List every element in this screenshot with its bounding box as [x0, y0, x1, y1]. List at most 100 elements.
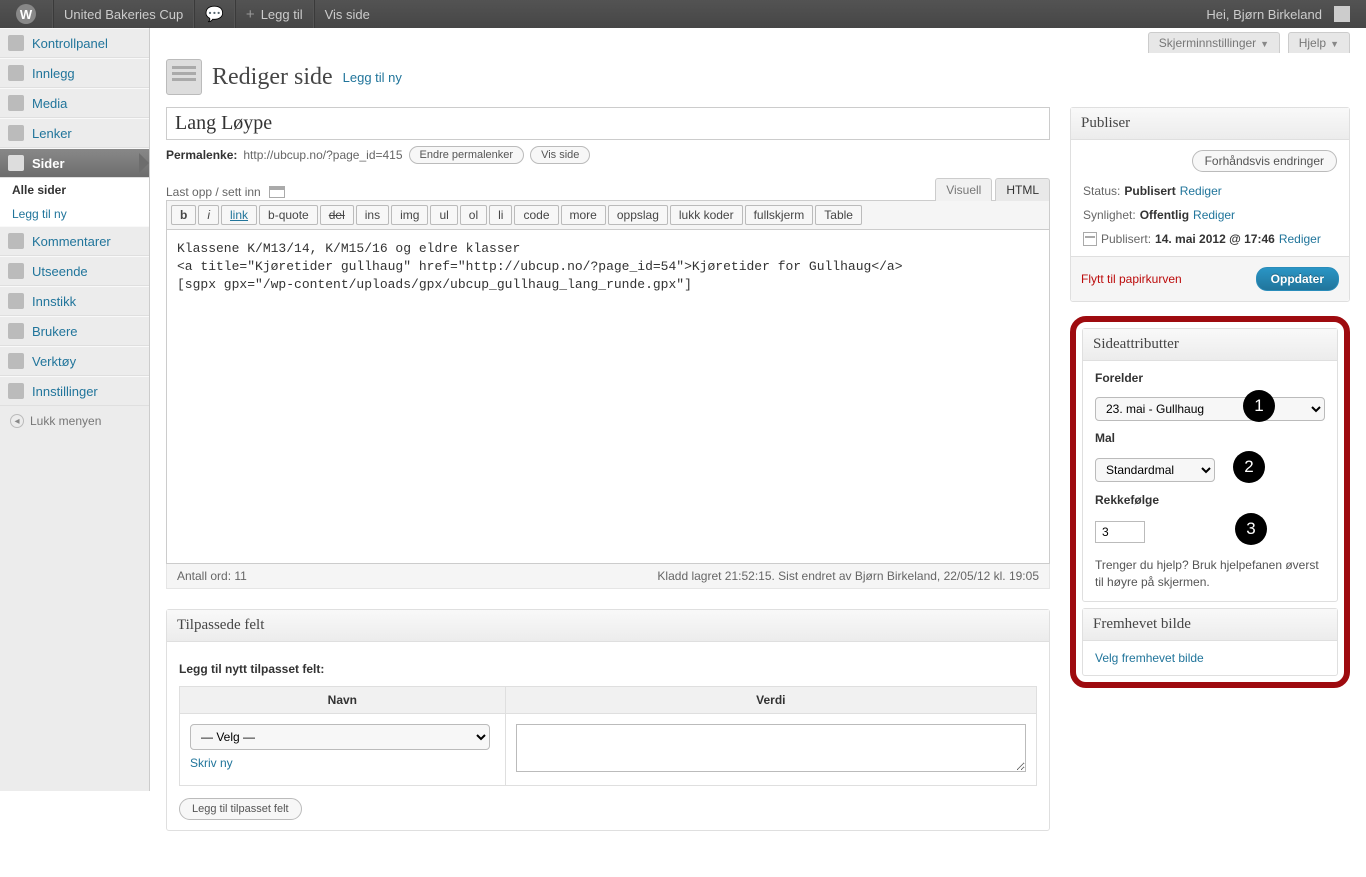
qt-table[interactable]: Table: [815, 205, 862, 225]
nav-users[interactable]: Brukere: [0, 316, 149, 346]
pin-icon: [8, 65, 24, 81]
nav-label: Kontrollpanel: [32, 36, 108, 51]
screen-options-toggle[interactable]: Skjerminnstillinger▼: [1148, 32, 1280, 53]
nav-tools[interactable]: Verktøy: [0, 346, 149, 376]
tab-html[interactable]: HTML: [995, 178, 1050, 201]
callout-3: 3: [1235, 513, 1267, 545]
tools-icon: [8, 353, 24, 369]
media-icon: [8, 95, 24, 111]
nav-links[interactable]: Lenker: [0, 118, 149, 148]
qt-italic[interactable]: i: [198, 205, 219, 225]
nav-settings[interactable]: Innstillinger: [0, 376, 149, 406]
qt-bold[interactable]: b: [171, 205, 196, 225]
qt-li[interactable]: li: [489, 205, 512, 225]
main-content: Skjerminnstillinger▼ Hjelp▼ Rediger side…: [150, 28, 1366, 877]
visibility-edit-link[interactable]: Rediger: [1193, 208, 1235, 222]
status-edit-link[interactable]: Rediger: [1180, 184, 1222, 198]
new-content-link[interactable]: +Legg til: [235, 0, 314, 28]
appearance-icon: [8, 263, 24, 279]
nav-plugins[interactable]: Innstikk: [0, 286, 149, 316]
chevron-down-icon: ▼: [1330, 39, 1339, 49]
nav-add-page[interactable]: Legg til ny: [0, 202, 149, 226]
cf-add-button[interactable]: Legg til tilpasset felt: [179, 798, 302, 820]
nav-label: Innlegg: [32, 66, 75, 81]
preview-button[interactable]: Forhåndsvis endringer: [1192, 150, 1337, 172]
qt-del[interactable]: del: [320, 205, 354, 225]
collapse-menu[interactable]: ◂Lukk menyen: [0, 406, 149, 436]
tab-visual[interactable]: Visuell: [935, 178, 992, 201]
upload-insert[interactable]: Last opp / sett inn: [166, 185, 285, 199]
page-icon: [8, 155, 24, 171]
qt-more[interactable]: more: [561, 205, 606, 225]
published-edit-link[interactable]: Rediger: [1279, 232, 1321, 246]
featured-image-box: Fremhevet bilde Velg fremhevet bilde: [1082, 608, 1338, 676]
qt-ol[interactable]: ol: [460, 205, 487, 225]
content-textarea[interactable]: [167, 230, 1049, 560]
plugin-icon: [8, 293, 24, 309]
comment-icon: 💬: [205, 5, 224, 23]
quicktags-toolbar: b i link b-quote del ins img ul ol li co…: [166, 200, 1050, 230]
admin-sidebar: Kontrollpanel Innlegg Media Lenker Sider…: [0, 28, 150, 791]
visibility-value: Offentlig: [1140, 208, 1189, 222]
wordpress-icon: W: [16, 4, 36, 24]
qt-closetags[interactable]: lukk koder: [670, 205, 743, 225]
cf-col-name: Navn: [180, 687, 506, 714]
order-input[interactable]: [1095, 521, 1145, 543]
page-attributes-title: Sideattributter: [1083, 329, 1337, 361]
comments-link[interactable]: 💬: [194, 0, 235, 28]
status-value: Publisert: [1124, 184, 1175, 198]
help-toggle[interactable]: Hjelp▼: [1288, 32, 1350, 53]
template-select[interactable]: Standardmal: [1095, 458, 1215, 482]
wp-logo-item[interactable]: W: [6, 0, 53, 28]
page-heading: Rediger side: [212, 64, 333, 91]
qt-ul[interactable]: ul: [430, 205, 457, 225]
nav-posts[interactable]: Innlegg: [0, 58, 149, 88]
nav-label: Brukere: [32, 324, 78, 339]
qt-fullscreen[interactable]: fullskjerm: [745, 205, 814, 225]
qt-lookup[interactable]: oppslag: [608, 205, 668, 225]
nav-label: Utseende: [32, 264, 88, 279]
permalink-row: Permalenke: http://ubcup.no/?page_id=415…: [166, 146, 1050, 164]
qt-link[interactable]: link: [221, 205, 257, 225]
nav-dashboard[interactable]: Kontrollpanel: [0, 28, 149, 58]
chevron-down-icon: ▼: [1260, 39, 1269, 49]
cf-value-textarea[interactable]: [516, 724, 1026, 772]
cf-key-select[interactable]: — Velg —: [190, 724, 490, 750]
qt-img[interactable]: img: [391, 205, 428, 225]
qt-code[interactable]: code: [514, 205, 558, 225]
nav-appearance[interactable]: Utseende: [0, 256, 149, 286]
custom-fields-title: Tilpassede felt: [167, 610, 1049, 642]
nav-add-link[interactable]: Legg til ny: [12, 207, 67, 221]
collapse-label: Lukk menyen: [30, 414, 101, 428]
view-page-link[interactable]: Vis side: [314, 0, 380, 28]
published-value: 14. mai 2012 @ 17:46: [1155, 232, 1275, 246]
nav-label: Kommentarer: [32, 234, 111, 249]
nav-media[interactable]: Media: [0, 88, 149, 118]
qt-ins[interactable]: ins: [356, 205, 389, 225]
cf-enter-new-link[interactable]: Skriv ny: [190, 756, 233, 770]
qt-blockquote[interactable]: b-quote: [259, 205, 318, 225]
nav-pages[interactable]: Sider: [0, 148, 149, 178]
trash-link[interactable]: Flytt til papirkurven: [1081, 272, 1182, 286]
view-page-button[interactable]: Vis side: [530, 146, 590, 164]
set-featured-image-link[interactable]: Velg fremhevet bilde: [1095, 651, 1204, 665]
edit-permalinks-button[interactable]: Endre permalenker: [409, 146, 525, 164]
link-icon: [8, 125, 24, 141]
dashboard-icon: [8, 35, 24, 51]
update-button[interactable]: Oppdater: [1256, 267, 1339, 291]
editor-container: [166, 230, 1050, 564]
callout-1: 1: [1243, 390, 1275, 422]
cf-col-value: Verdi: [505, 687, 1036, 714]
parent-select[interactable]: 23. mai - Gullhaug: [1095, 397, 1325, 421]
nav-comments[interactable]: Kommentarer: [0, 226, 149, 256]
post-title-input[interactable]: [175, 112, 1041, 135]
add-new-page-link[interactable]: Legg til ny: [343, 70, 402, 85]
settings-icon: [8, 383, 24, 399]
account-link[interactable]: Hei, Bjørn Birkeland: [1196, 0, 1360, 28]
admin-bar: W United Bakeries Cup 💬 +Legg til Vis si…: [0, 0, 1366, 28]
nav-all-pages[interactable]: Alle sider: [0, 178, 149, 202]
plus-icon: +: [246, 6, 255, 23]
site-link[interactable]: United Bakeries Cup: [53, 0, 194, 28]
greeting-text: Hei, Bjørn Birkeland: [1206, 7, 1322, 22]
parent-label: Forelder: [1095, 371, 1325, 385]
